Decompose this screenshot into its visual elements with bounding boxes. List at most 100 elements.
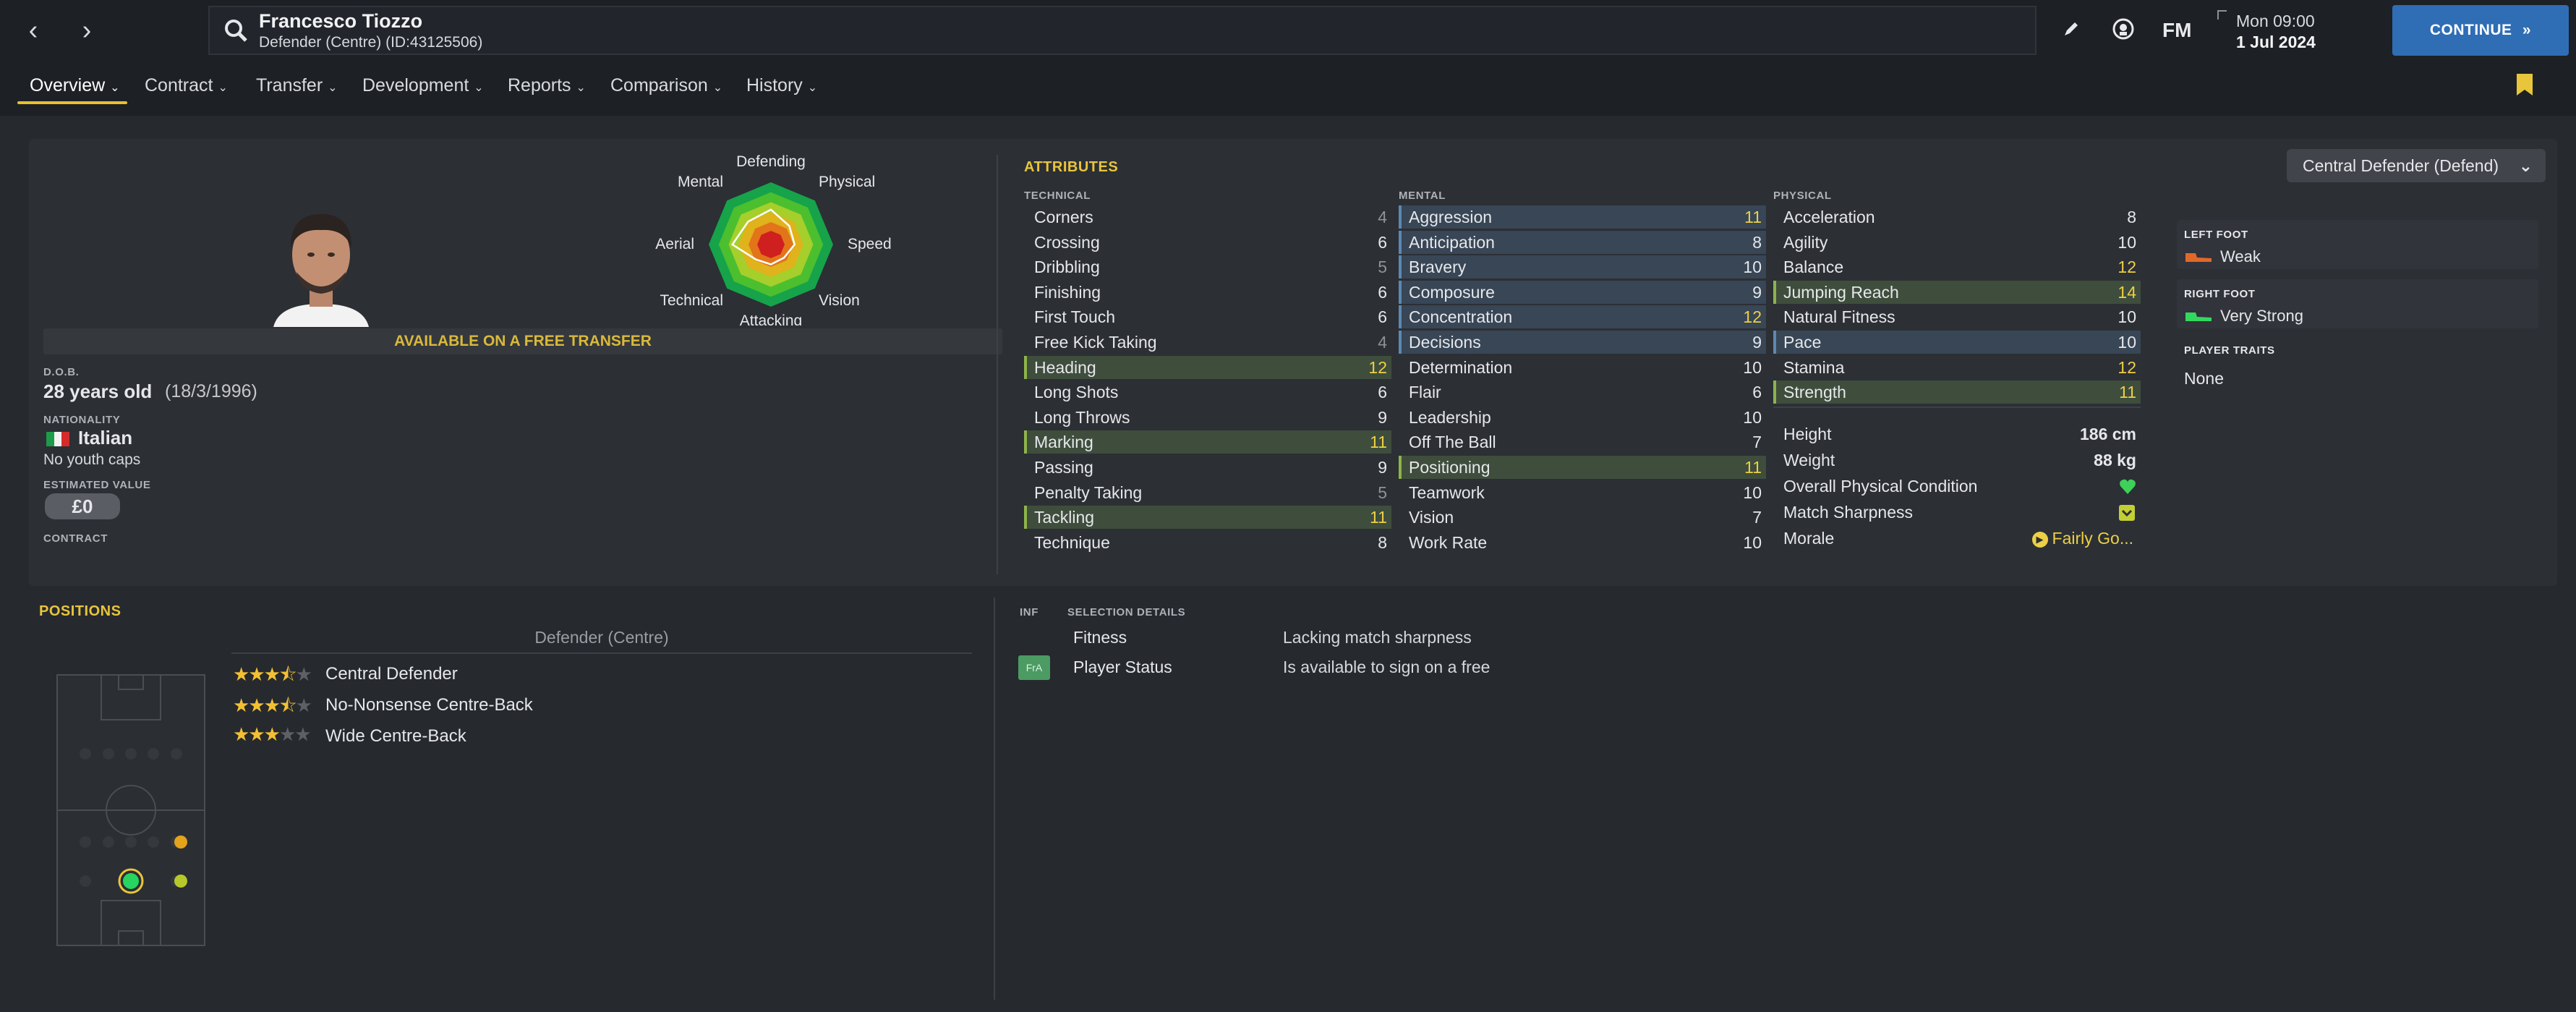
right-foot-card: RIGHT FOOT Very Strong [2177,279,2538,328]
role-select[interactable]: Central Defender (Defend) ⌄ [2287,149,2546,182]
right-boot-icon [2185,312,2212,321]
tab-transfer[interactable]: Transfer ⌄ [256,75,338,96]
attribute-row[interactable]: Concentration 12 [1399,305,1766,329]
tab-comparison[interactable]: Comparison ⌄ [610,75,722,96]
attribute-row[interactable]: First Touch 6 [1024,305,1391,328]
attribute-name: Free Kick Taking [1034,333,1157,352]
tab-contract[interactable]: Contract ⌄ [145,75,228,96]
star-rating-icon: ★★★⯪★ [233,661,320,693]
attribute-row[interactable]: Free Kick Taking 4 [1024,331,1391,354]
attribute-row[interactable]: Leadership 10 [1399,406,1766,429]
attribute-name: Natural Fitness [1783,307,1895,327]
attribute-row[interactable]: Finishing 6 [1024,281,1391,304]
attribute-name: Leadership [1409,407,1491,427]
chevron-down-icon: ⌄ [328,82,338,94]
attribute-name: Teamwork [1409,482,1485,502]
attribute-name: Decisions [1409,333,1481,352]
attribute-value: 10 [2117,307,2136,327]
attribute-row[interactable]: Teamwork 10 [1399,481,1766,504]
attribute-row[interactable]: Vision 7 [1399,506,1766,529]
bookmark-icon[interactable] [2517,74,2533,95]
attribute-name: Pace [1783,333,1822,352]
age: 28 years old [43,380,153,402]
attribute-row[interactable]: Jumping Reach 14 [1773,280,2141,304]
attribute-row[interactable]: Determination 10 [1399,356,1766,379]
attribute-row[interactable]: Crossing 6 [1024,231,1391,254]
attribute-row[interactable]: Positioning 11 [1399,456,1766,479]
attribute-value: 10 [1743,482,1762,502]
attribute-name: Determination [1409,357,1513,377]
nationality-label: NATIONALITY [43,414,121,426]
attribute-row[interactable]: Strength 11 [1773,380,2141,404]
attribute-row[interactable]: Decisions 9 [1399,331,1766,354]
player-status-badge: FrA [1018,655,1050,680]
role-name: Wide Centre-Back [325,726,466,746]
attribute-row[interactable]: Penalty Taking 5 [1024,481,1391,504]
left-foot-value: Weak [2220,247,2261,265]
tab-label: Development [362,75,469,95]
fm-logo[interactable]: FM [2162,19,2191,42]
attribute-row[interactable]: Pace 10 [1773,331,2141,354]
attribute-row[interactable]: Long Throws 9 [1024,406,1391,429]
attribute-row[interactable]: Stamina 12 [1773,356,2141,379]
attribute-row[interactable]: Agility 10 [1773,231,2141,254]
attribute-row[interactable]: Acceleration 8 [1773,205,2141,229]
pitch-diagram [56,674,205,946]
dob-label: D.O.B. [43,366,80,378]
attribute-row[interactable]: Bravery 10 [1399,255,1766,279]
attribute-row[interactable]: Marking 11 [1024,430,1391,454]
attribute-name: Off The Ball [1409,433,1496,452]
selection-row[interactable]: FrA Player Status Is available to sign on … [1017,655,2557,682]
attribute-value: 6 [1378,383,1387,402]
game-date[interactable]: Mon 09:00 1 Jul 2024 [2217,10,2376,55]
star-rating-icon: ★★★⯪★ [233,692,320,724]
attribute-row[interactable]: Anticipation 8 [1399,230,1766,254]
selection-row[interactable]: Fitness Lacking match sharpness [1017,625,2557,652]
edit-pencil-icon[interactable] [2063,20,2080,38]
height-label: Height [1783,425,1832,443]
chevron-down-icon: ⌄ [474,82,484,94]
attribute-row[interactable]: Technique 8 [1024,531,1391,554]
attribute-row[interactable]: Corners 4 [1024,205,1391,229]
attribute-row[interactable]: Balance 12 [1773,255,2141,278]
radar-label: Physical [819,174,875,190]
radar-band [757,231,785,258]
club-crest-icon[interactable] [2112,17,2135,41]
attribute-row[interactable]: Heading 12 [1024,355,1391,379]
attribute-row[interactable]: Work Rate 10 [1399,531,1766,554]
attribute-value: 9 [1752,333,1762,352]
radar-label: Speed [848,236,892,252]
attribute-row[interactable]: Tackling 11 [1024,506,1391,530]
attribute-row[interactable]: Composure 9 [1399,280,1766,304]
attribute-value: 4 [1378,208,1387,226]
attribute-row[interactable]: Aggression 11 [1399,205,1766,229]
attribute-name: Anticipation [1409,232,1495,252]
attribute-name: Bravery [1409,258,1467,277]
continue-button[interactable]: CONTINUE » [2392,5,2569,56]
attribute-name: First Touch [1034,307,1116,327]
chevron-down-icon: ⌄ [712,82,723,94]
right-foot-label: RIGHT FOOT [2184,288,2256,300]
player-search-box[interactable]: Francesco Tiozzo Defender (Centre) (ID:4… [208,6,2037,55]
attribute-row[interactable]: Passing 9 [1024,456,1391,479]
attribute-row[interactable]: Off The Ball 7 [1399,430,1766,454]
tab-overview[interactable]: Overview ⌄ [30,75,120,96]
forward-arrow-icon[interactable]: › [67,13,107,48]
nationality: Italian [78,427,133,448]
sharpness-status-icon [2119,505,2135,521]
attribute-row[interactable]: Long Shots 6 [1024,380,1391,404]
attribute-value: 11 [1370,508,1387,527]
attribute-name: Technique [1034,532,1110,552]
tab-reports[interactable]: Reports ⌄ [508,75,586,96]
value-label: ESTIMATED VALUE [43,479,151,491]
attribute-value: 7 [1752,508,1762,527]
left-boot-icon [2185,253,2212,262]
attribute-row[interactable]: Flair 6 [1399,380,1766,404]
back-arrow-icon[interactable]: ‹ [13,13,54,48]
tab-label: Comparison [610,75,708,95]
attribute-row[interactable]: Dribbling 5 [1024,255,1391,278]
search-icon[interactable] [223,17,249,43]
attribute-row[interactable]: Natural Fitness 10 [1773,305,2141,328]
tab-development[interactable]: Development ⌄ [362,75,484,96]
tab-history[interactable]: History ⌄ [746,75,817,96]
